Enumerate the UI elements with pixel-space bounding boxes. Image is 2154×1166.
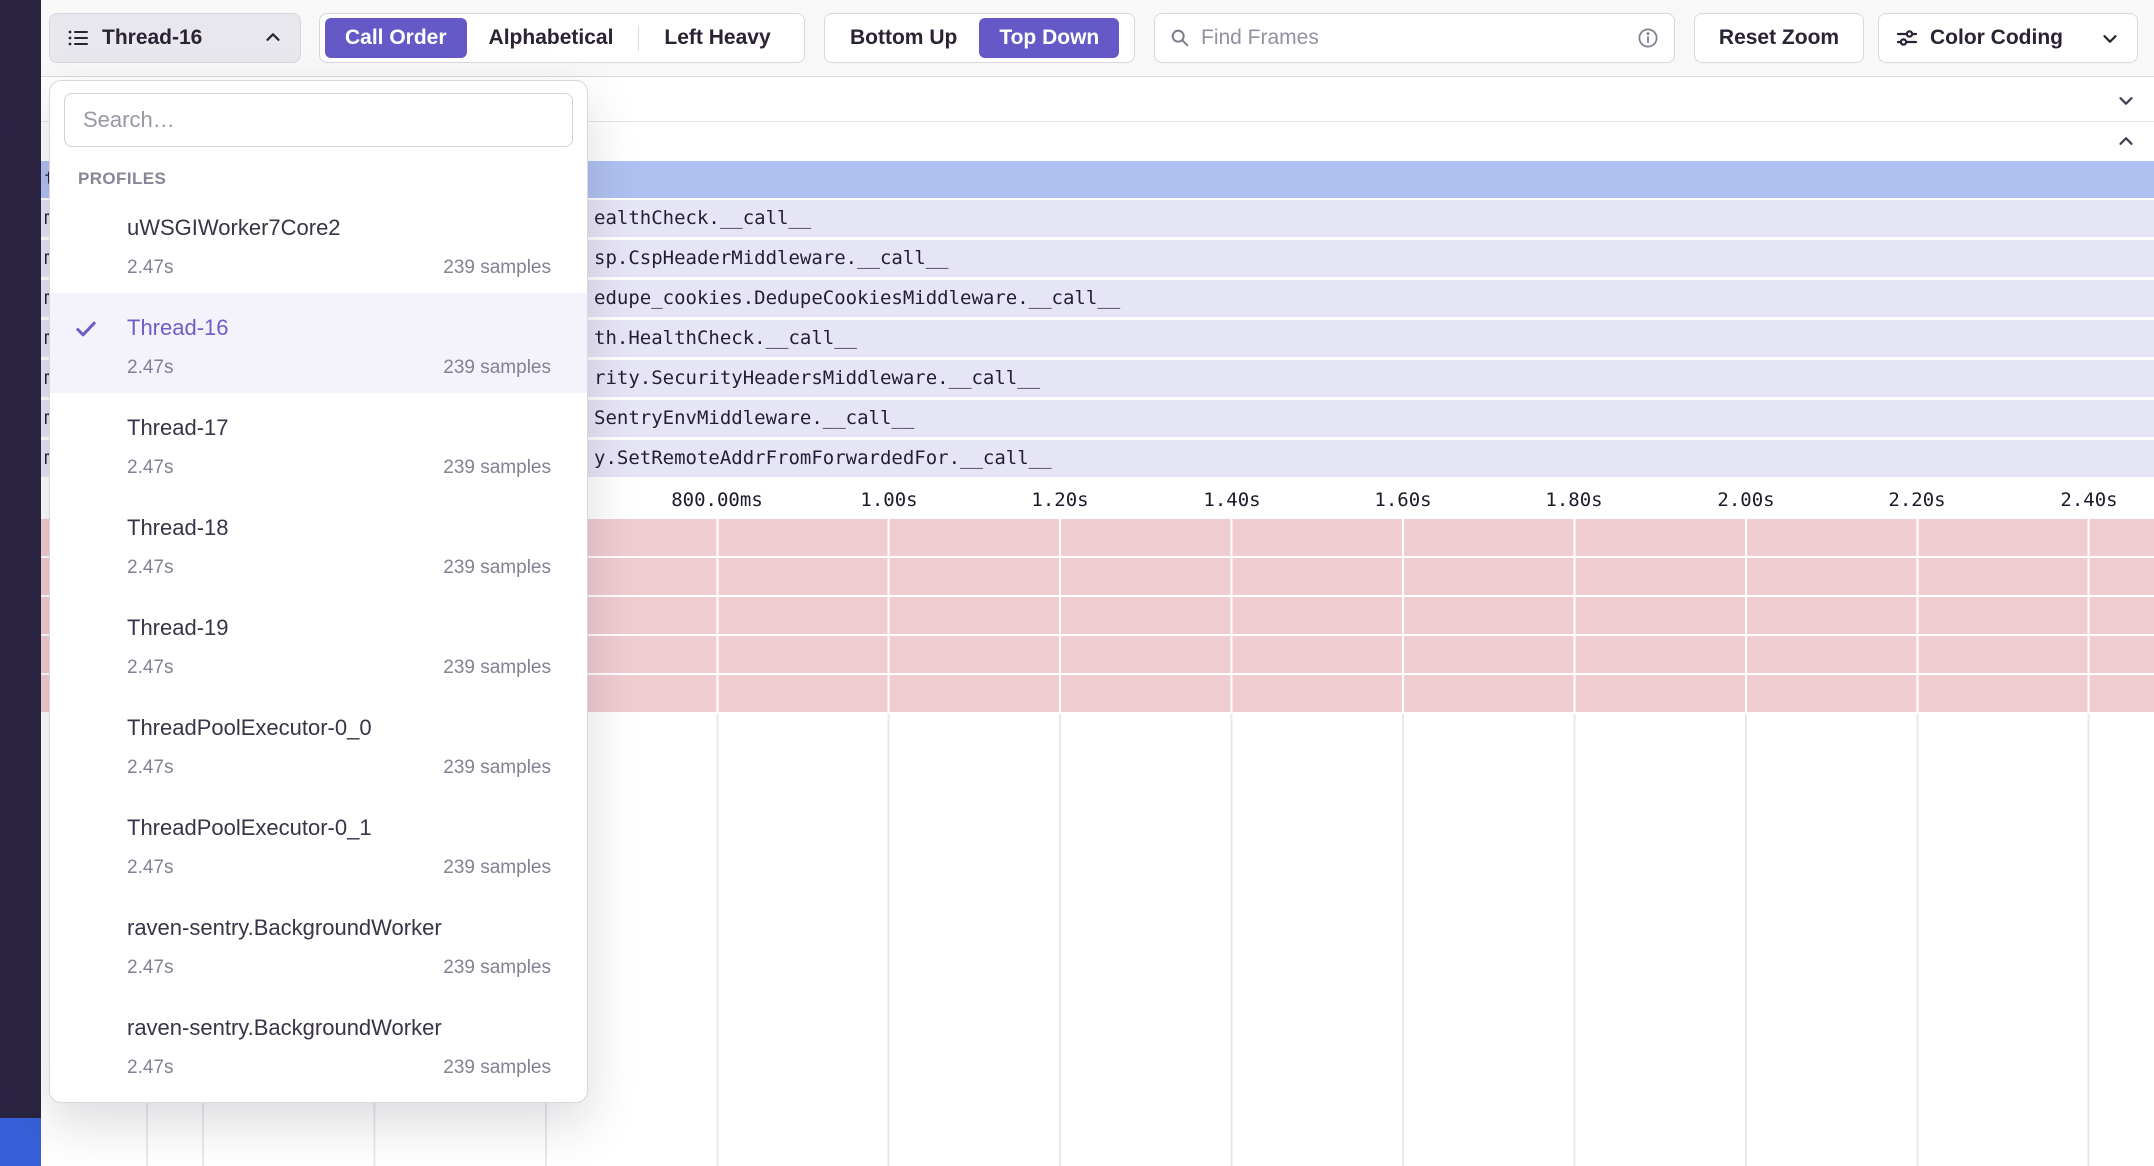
tab-bottom-up[interactable]: Bottom Up [830,18,977,58]
profile-option[interactable]: raven-sentry.BackgroundWorker 2.47s 239 … [50,993,587,1093]
frame-label: sp.CspHeaderMiddleware.__call__ [594,247,949,269]
frame-label: th.HealthCheck.__call__ [594,327,857,349]
profile-option[interactable]: Thread-18 2.47s 239 samples [50,493,587,593]
color-coding-label: Color Coding [1930,26,2063,50]
axis-tick: 800.00ms [671,489,763,511]
axis-tick: 2.40s [2060,489,2117,511]
axis-tick: 1.80s [1545,489,1602,511]
direction-segmented-control: Bottom Up Top Down [824,13,1135,63]
profile-name: Thread-19 [127,615,229,641]
profile-duration: 2.47s [127,357,173,379]
profile-name: Thread-16 [127,315,229,341]
profile-option[interactable]: uWSGIWorker7Core2 2.47s 239 samples [50,193,587,293]
axis-tick: 1.20s [1031,489,1088,511]
axis-tick: 2.00s [1717,489,1774,511]
tab-top-down[interactable]: Top Down [979,18,1119,58]
frame-label: SentryEnvMiddleware.__call__ [594,407,914,429]
axis-tick: 1.60s [1374,489,1431,511]
profile-option[interactable]: ThreadPoolExecutor-0_1 2.47s 239 samples [50,793,587,893]
frame-label: y.SetRemoteAddrFromForwardedFor.__call__ [594,447,1052,469]
profile-duration: 2.47s [127,757,173,779]
profile-samples: 239 samples [443,1057,551,1079]
axis-tick: 1.40s [1203,489,1260,511]
find-frames-search-box[interactable] [1154,13,1675,63]
chevron-down-icon [2099,27,2121,49]
search-icon [1169,27,1191,49]
axis-tick: 2.20s [1888,489,1945,511]
profile-duration: 2.47s [127,557,173,579]
profile-duration: 2.47s [127,457,173,479]
toolbar: Thread-16 Call Order Alphabetical Left H… [41,0,2154,77]
thread-selector-label: Thread-16 [102,26,202,50]
profile-option[interactable]: Thread-19 2.47s 239 samples [50,593,587,693]
profiles-section-label: PROFILES [78,169,166,189]
tab-call-order[interactable]: Call Order [325,18,467,58]
find-frames-input[interactable] [1201,26,1626,50]
reset-zoom-label: Reset Zoom [1719,26,1839,50]
frame-label: ealthCheck.__call__ [594,207,811,229]
minimap-toggle-button[interactable] [2112,86,2140,114]
profile-name: uWSGIWorker7Core2 [127,215,341,241]
chevron-up-icon [262,27,284,49]
reset-zoom-button[interactable]: Reset Zoom [1694,13,1864,63]
checkmark-icon [72,315,100,343]
profile-samples: 239 samples [443,357,551,379]
profile-duration: 2.47s [127,657,173,679]
profile-duration: 2.47s [127,957,173,979]
profile-samples: 239 samples [443,957,551,979]
axis-tick: 1.00s [860,489,917,511]
profile-samples: 239 samples [443,657,551,679]
profile-name: raven-sentry.BackgroundWorker [127,1015,442,1041]
profile-samples: 239 samples [443,257,551,279]
profile-name: Thread-17 [127,415,229,441]
profile-duration: 2.47s [127,1057,173,1079]
profile-samples: 239 samples [443,757,551,779]
frame-label: rity.SecurityHeadersMiddleware.__call__ [594,367,1040,389]
color-coding-button[interactable]: Color Coding [1878,13,2138,63]
thread-selector-dropdown: PROFILES uWSGIWorker7Core2 2.47s 239 sam… [49,80,588,1103]
dropdown-search-input[interactable] [64,93,573,147]
profile-samples: 239 samples [443,857,551,879]
sort-order-segmented-control: Call Order Alphabetical Left Heavy [319,13,805,63]
info-icon [1636,26,1660,50]
profile-name: ThreadPoolExecutor-0_1 [127,815,372,841]
sliders-icon [1895,26,1919,50]
flamegraph-toggle-button[interactable] [2112,128,2140,156]
profile-option[interactable]: Thread-17 2.47s 239 samples [50,393,587,493]
profile-name: raven-sentry.BackgroundWorker [127,915,442,941]
profile-name: Thread-18 [127,515,229,541]
profile-option-selected[interactable]: Thread-16 2.47s 239 samples [50,293,587,393]
profile-samples: 239 samples [443,457,551,479]
profile-samples: 239 samples [443,557,551,579]
tab-left-heavy[interactable]: Left Heavy [644,18,790,58]
list-icon [66,26,90,50]
chevron-down-icon [2115,89,2137,111]
profile-option[interactable]: ThreadPoolExecutor-0_0 2.47s 239 samples [50,693,587,793]
divider [638,25,639,51]
app-sidebar [0,0,41,1166]
tab-alphabetical[interactable]: Alphabetical [469,18,634,58]
frame-label: edupe_cookies.DedupeCookiesMiddleware.__… [594,287,1120,309]
thread-selector-button[interactable]: Thread-16 [49,13,301,63]
chevron-up-icon [2115,131,2137,153]
profile-name: ThreadPoolExecutor-0_0 [127,715,372,741]
profile-duration: 2.47s [127,857,173,879]
profile-option[interactable]: raven-sentry.BackgroundWorker 2.47s 239 … [50,893,587,993]
sidebar-active-item[interactable] [0,1118,41,1166]
profiler-flamegraph-page: Thread-16 Call Order Alphabetical Left H… [0,0,2154,1166]
profile-duration: 2.47s [127,257,173,279]
